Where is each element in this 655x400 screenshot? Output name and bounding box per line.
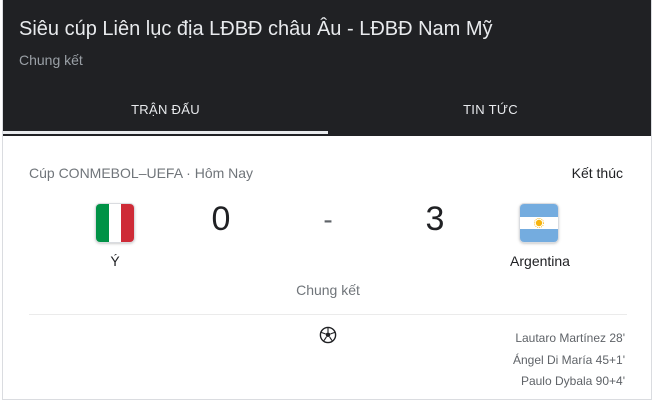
tab-matches[interactable]: TRẬN ĐẤU xyxy=(3,102,328,117)
home-team-name[interactable]: Ý xyxy=(75,253,155,269)
score-separator: - xyxy=(323,204,333,235)
sun-of-may-icon xyxy=(533,217,544,228)
argentina-flag-icon xyxy=(520,204,558,242)
page-subtitle: Chung kết xyxy=(19,52,83,68)
active-tab-indicator xyxy=(3,131,328,134)
match-card: Siêu cúp Liên lục địa LĐBĐ châu Âu - LĐB… xyxy=(2,0,652,400)
divider xyxy=(29,314,627,315)
goal-scorer: Ángel Di María 45+1' xyxy=(512,352,625,367)
tab-news[interactable]: TIN TỨC xyxy=(328,102,651,117)
home-score: 0 xyxy=(211,200,231,238)
match-header: Siêu cúp Liên lục địa LĐBĐ châu Âu - LĐB… xyxy=(3,0,651,136)
page-title: Siêu cúp Liên lục địa LĐBĐ châu Âu - LĐB… xyxy=(19,18,493,40)
away-team-name[interactable]: Argentina xyxy=(500,253,580,269)
away-score: 3 xyxy=(425,200,445,238)
goal-scorer: Lautaro Martínez 28' xyxy=(515,331,625,345)
league-info[interactable]: Cúp CONMEBOL–UEFA · Hôm Nay xyxy=(29,165,253,181)
goal-scorer: Paulo Dybala 90+4' xyxy=(520,374,625,388)
match-status: Kết thúc xyxy=(571,165,623,181)
soccer-ball-icon xyxy=(319,326,337,344)
away-goal-scorers: Lautaro Martínez 28' Ángel Di María 45+1… xyxy=(513,328,625,393)
match-stage: Chung kết xyxy=(296,282,360,298)
italy-flag-icon xyxy=(96,204,134,242)
